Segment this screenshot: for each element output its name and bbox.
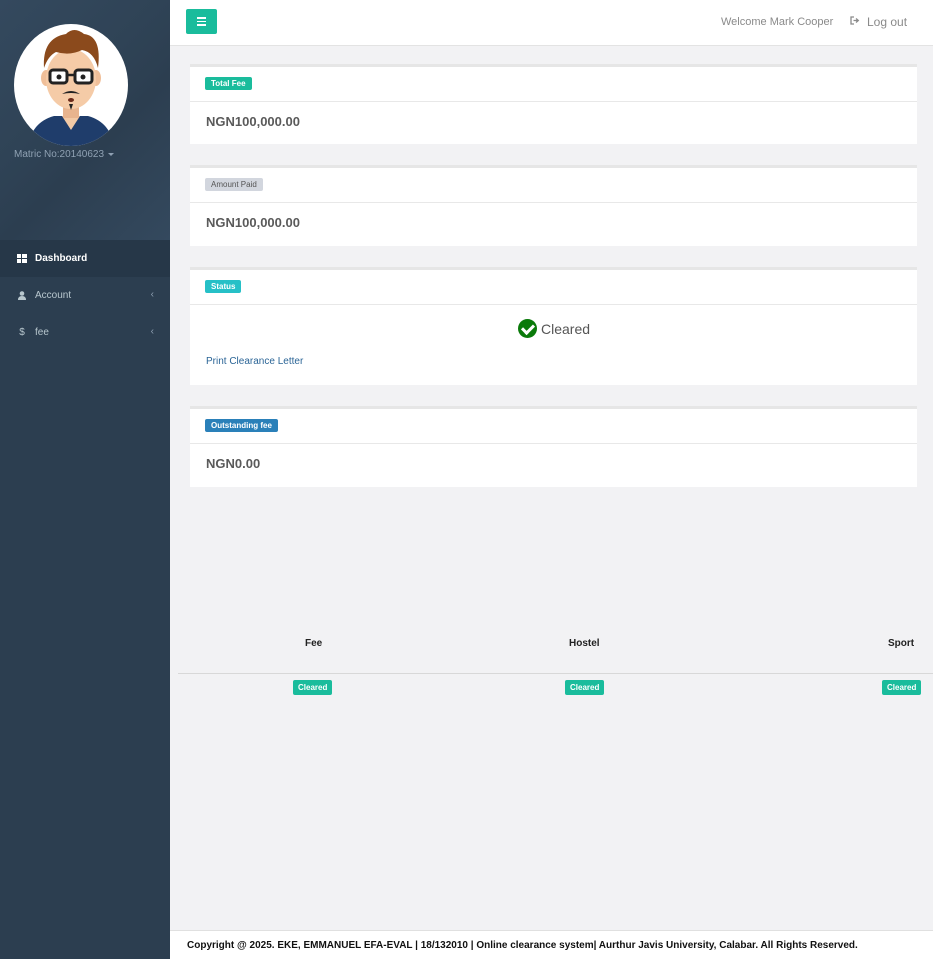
outstanding-fee-card: Outstanding fee NGN0.00	[190, 406, 917, 487]
table-header-hostel: Hostel	[569, 638, 600, 649]
profile-area: Matric No:20140623	[0, 0, 170, 240]
footer: Copyright @ 2025. EKE, EMMANUEL EFA-EVAL…	[170, 930, 933, 959]
sidebar-item-account[interactable]: Account ‹	[0, 277, 170, 314]
sidebar-toggle-button[interactable]	[186, 9, 217, 34]
fee-cleared-badge: Cleared	[293, 680, 333, 695]
dashboard-icon	[15, 254, 29, 263]
check-circle-icon	[518, 319, 537, 338]
outstanding-fee-label: Outstanding fee	[205, 419, 278, 432]
sidebar-item-label: fee	[35, 327, 49, 338]
table-header-fee: Fee	[305, 638, 323, 649]
logout-label: Log out	[867, 15, 908, 29]
welcome-text: Welcome Mark Cooper	[721, 16, 834, 28]
print-clearance-link[interactable]: Print Clearance Letter	[206, 356, 303, 367]
avatar[interactable]	[14, 24, 128, 146]
sidebar-item-fee[interactable]: $ fee ‹	[0, 314, 170, 351]
card-header: Status	[190, 270, 917, 305]
footer-copyright: Copyright @ 2025. EKE, EMMANUEL EFA-EVAL…	[187, 940, 858, 951]
status-body: Cleared Print Clearance Letter	[190, 305, 917, 385]
status-label: Status	[205, 280, 242, 293]
hostel-cleared-badge: Cleared	[565, 680, 605, 695]
table-divider	[178, 673, 933, 674]
total-fee-card: Total Fee NGN100,000.00	[190, 64, 917, 144]
total-fee-label: Total Fee	[205, 77, 252, 90]
outstanding-fee-value: NGN0.00	[206, 456, 261, 471]
amount-paid-value: NGN100,000.00	[206, 215, 300, 230]
matric-dropdown[interactable]: Matric No:20140623	[14, 149, 115, 160]
card-header: Outstanding fee	[190, 409, 917, 444]
amount-paid-label: Amount Paid	[205, 178, 263, 191]
sport-cleared-badge: Cleared	[882, 680, 922, 695]
total-fee-value: NGN100,000.00	[206, 114, 300, 129]
logout-link[interactable]: Log out	[850, 15, 907, 29]
chevron-left-icon: ‹	[150, 326, 154, 337]
cleared-text: Cleared	[541, 320, 591, 337]
status-card: Status Cleared Print Clearance Letter	[190, 267, 917, 385]
top-navbar: Welcome Mark Cooper Log out	[170, 0, 933, 46]
matric-number: Matric No:20140623	[14, 149, 105, 160]
user-icon	[15, 291, 29, 300]
amount-paid-card: Amount Paid NGN100,000.00	[190, 165, 917, 246]
table-header-sport: Sport	[888, 638, 915, 649]
sidebar-item-dashboard[interactable]: Dashboard	[0, 240, 170, 277]
sidebar: Matric No:20140623 Dashboard Account ‹ $…	[0, 0, 170, 959]
sign-out-icon	[850, 16, 860, 28]
chevron-left-icon: ‹	[150, 289, 154, 300]
cleared-status: Cleared	[518, 319, 590, 338]
dollar-icon: $	[19, 327, 25, 338]
menu-icon-bar	[197, 17, 206, 19]
sidebar-item-label: Account	[35, 290, 72, 301]
menu-icon-bar	[197, 24, 206, 26]
menu-icon-bar	[197, 20, 206, 23]
sidebar-item-label: Dashboard	[35, 253, 88, 264]
card-header: Amount Paid	[190, 168, 917, 203]
card-header: Total Fee	[190, 67, 917, 102]
caret-down-icon	[108, 152, 115, 156]
sidebar-menu: Dashboard Account ‹ $ fee ‹	[0, 240, 170, 351]
